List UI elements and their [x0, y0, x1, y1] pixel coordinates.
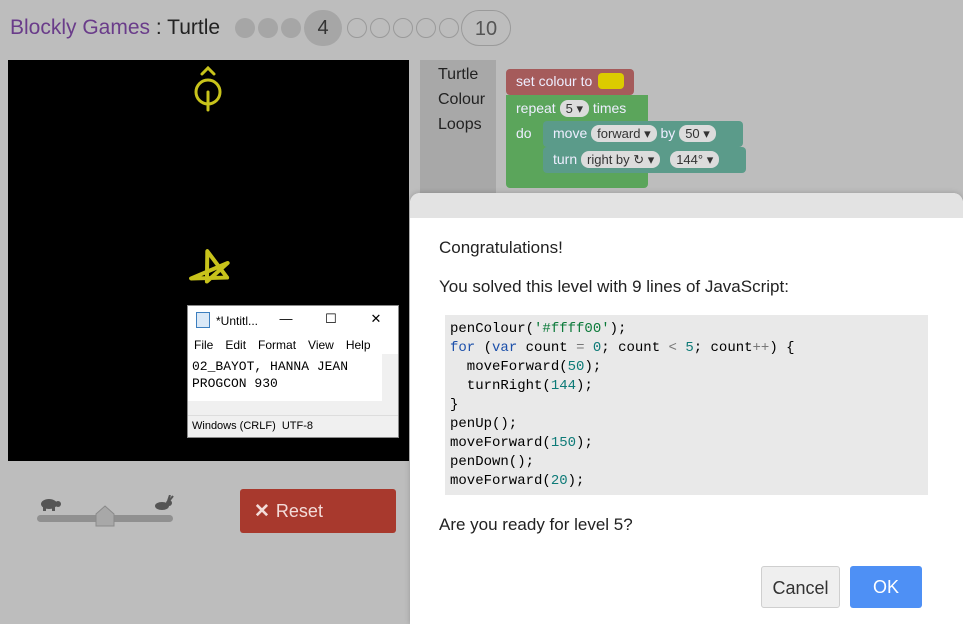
close-x-icon: ✕ [254, 501, 270, 522]
page-title: Blockly Games : Turtle [10, 16, 220, 40]
code-line: turnRight(144); [450, 378, 593, 394]
turtle-canvas: *Untitl... — ☐ ✕ File Edit Format View Help … [8, 60, 409, 461]
notepad-line: PROGCON 930 [192, 376, 278, 391]
turn-angle-field[interactable]: 144° ▾ [670, 151, 720, 168]
dialog-heading: Congratulations! [439, 238, 563, 257]
code-line: moveForward(20); [450, 473, 585, 489]
encoding-label: UTF-8 [281, 420, 314, 432]
move-block[interactable]: move forward ▾ by 50 ▾ [543, 121, 743, 147]
maximize-icon[interactable]: ☐ [321, 310, 341, 328]
line-ending-label: Windows (CRLF) [192, 420, 276, 432]
title-separator: : [150, 16, 168, 39]
colour-swatch[interactable] [598, 73, 625, 89]
notepad-status-bar: Windows (CRLF) UTF-8 [188, 415, 398, 437]
level-5-dot[interactable] [347, 18, 367, 38]
level-last-badge[interactable]: 10 [461, 10, 511, 46]
repeat-count-value: 5 [565, 101, 573, 116]
next-level-question: Are you ready for level 5? [439, 515, 633, 534]
category-colour[interactable]: Colour [438, 91, 485, 109]
level-6-dot[interactable] [370, 18, 390, 38]
code-line: } [450, 397, 459, 413]
set-colour-block[interactable]: set colour to [506, 69, 634, 95]
turn-block[interactable]: turn right by ↻ ▾ 144° ▾ [543, 147, 746, 173]
turtle-icon [194, 65, 222, 112]
notepad-line: 02_BAYOT, HANNA JEAN [192, 359, 349, 374]
ok-button[interactable]: OK [850, 566, 922, 608]
code-line: penColour('#ffff00'); [450, 321, 627, 337]
move-direction-value: forward [597, 126, 641, 141]
set-colour-label: set colour to [516, 73, 593, 89]
turn-direction-dropdown[interactable]: right by ↻ ▾ [581, 151, 661, 168]
code-line: for (var count = 0; count < 5; count++) … [450, 340, 795, 356]
level-2-dot[interactable] [258, 18, 278, 38]
javascript-code-block: penColour('#ffff00'); for (var count = 0… [445, 315, 928, 495]
vertical-scrollbar[interactable] [382, 354, 398, 417]
brand-link[interactable]: Blockly Games [10, 16, 150, 39]
category-turtle[interactable]: Turtle [438, 66, 478, 84]
rabbit-fast-icon [155, 495, 174, 510]
level-3-dot[interactable] [281, 18, 301, 38]
menu-help[interactable]: Help [346, 338, 371, 352]
times-label: times [592, 100, 627, 116]
notepad-menu: File Edit Format View Help [194, 338, 383, 352]
turn-direction-value: right by ↻ [587, 152, 645, 167]
code-line: penUp(); [450, 416, 518, 432]
code-line: moveForward(150); [450, 435, 593, 451]
reset-button[interactable]: ✕ Reset [240, 489, 396, 533]
repeat-count-field[interactable]: 5 ▾ [559, 100, 589, 117]
category-loops[interactable]: Loops [438, 116, 482, 134]
menu-view[interactable]: View [308, 338, 334, 352]
level-1-dot[interactable] [235, 18, 255, 38]
menu-edit[interactable]: Edit [225, 338, 246, 352]
minimize-icon[interactable]: — [276, 310, 296, 328]
notepad-icon [196, 312, 210, 328]
reset-label: Reset [275, 501, 323, 521]
game-name: Turtle [167, 16, 221, 39]
move-amount-field[interactable]: 50 ▾ [679, 125, 716, 142]
turn-label: turn [553, 151, 578, 167]
move-amount-value: 50 [685, 126, 700, 141]
turn-angle-value: 144° [676, 152, 704, 167]
level-current-badge[interactable]: 4 [304, 10, 342, 46]
move-direction-dropdown[interactable]: forward ▾ [591, 125, 657, 142]
close-icon[interactable]: ✕ [366, 310, 386, 328]
code-line: moveForward(50); [450, 359, 602, 375]
level-9-dot[interactable] [439, 18, 459, 38]
notepad-text-area[interactable]: 02_BAYOT, HANNA JEAN PROGCON 930 [192, 358, 348, 392]
speed-slider-thumb[interactable] [95, 505, 115, 527]
menu-file[interactable]: File [194, 338, 213, 352]
move-label: move [553, 125, 588, 141]
level-8-dot[interactable] [416, 18, 436, 38]
repeat-header: repeat 5 ▾ times [516, 100, 626, 117]
do-label: do [516, 125, 532, 141]
dialog-title-bar[interactable] [410, 193, 963, 218]
horizontal-scrollbar[interactable] [188, 401, 384, 415]
congratulations-dialog: Congratulations! You solved this level w… [410, 193, 963, 624]
code-line: penDown(); [450, 454, 535, 470]
repeat-label: repeat [516, 100, 556, 116]
turtle-slow-icon [41, 499, 61, 511]
notepad-window[interactable]: *Untitl... — ☐ ✕ File Edit Format View Help … [187, 305, 399, 438]
menu-format[interactable]: Format [258, 338, 296, 352]
level-7-dot[interactable] [393, 18, 413, 38]
notepad-title: *Untitl... [216, 314, 259, 328]
dialog-summary: You solved this level with 9 lines of Ja… [439, 277, 789, 296]
cancel-button[interactable]: Cancel [761, 566, 840, 608]
by-label: by [660, 125, 676, 141]
star-path [189, 249, 230, 284]
